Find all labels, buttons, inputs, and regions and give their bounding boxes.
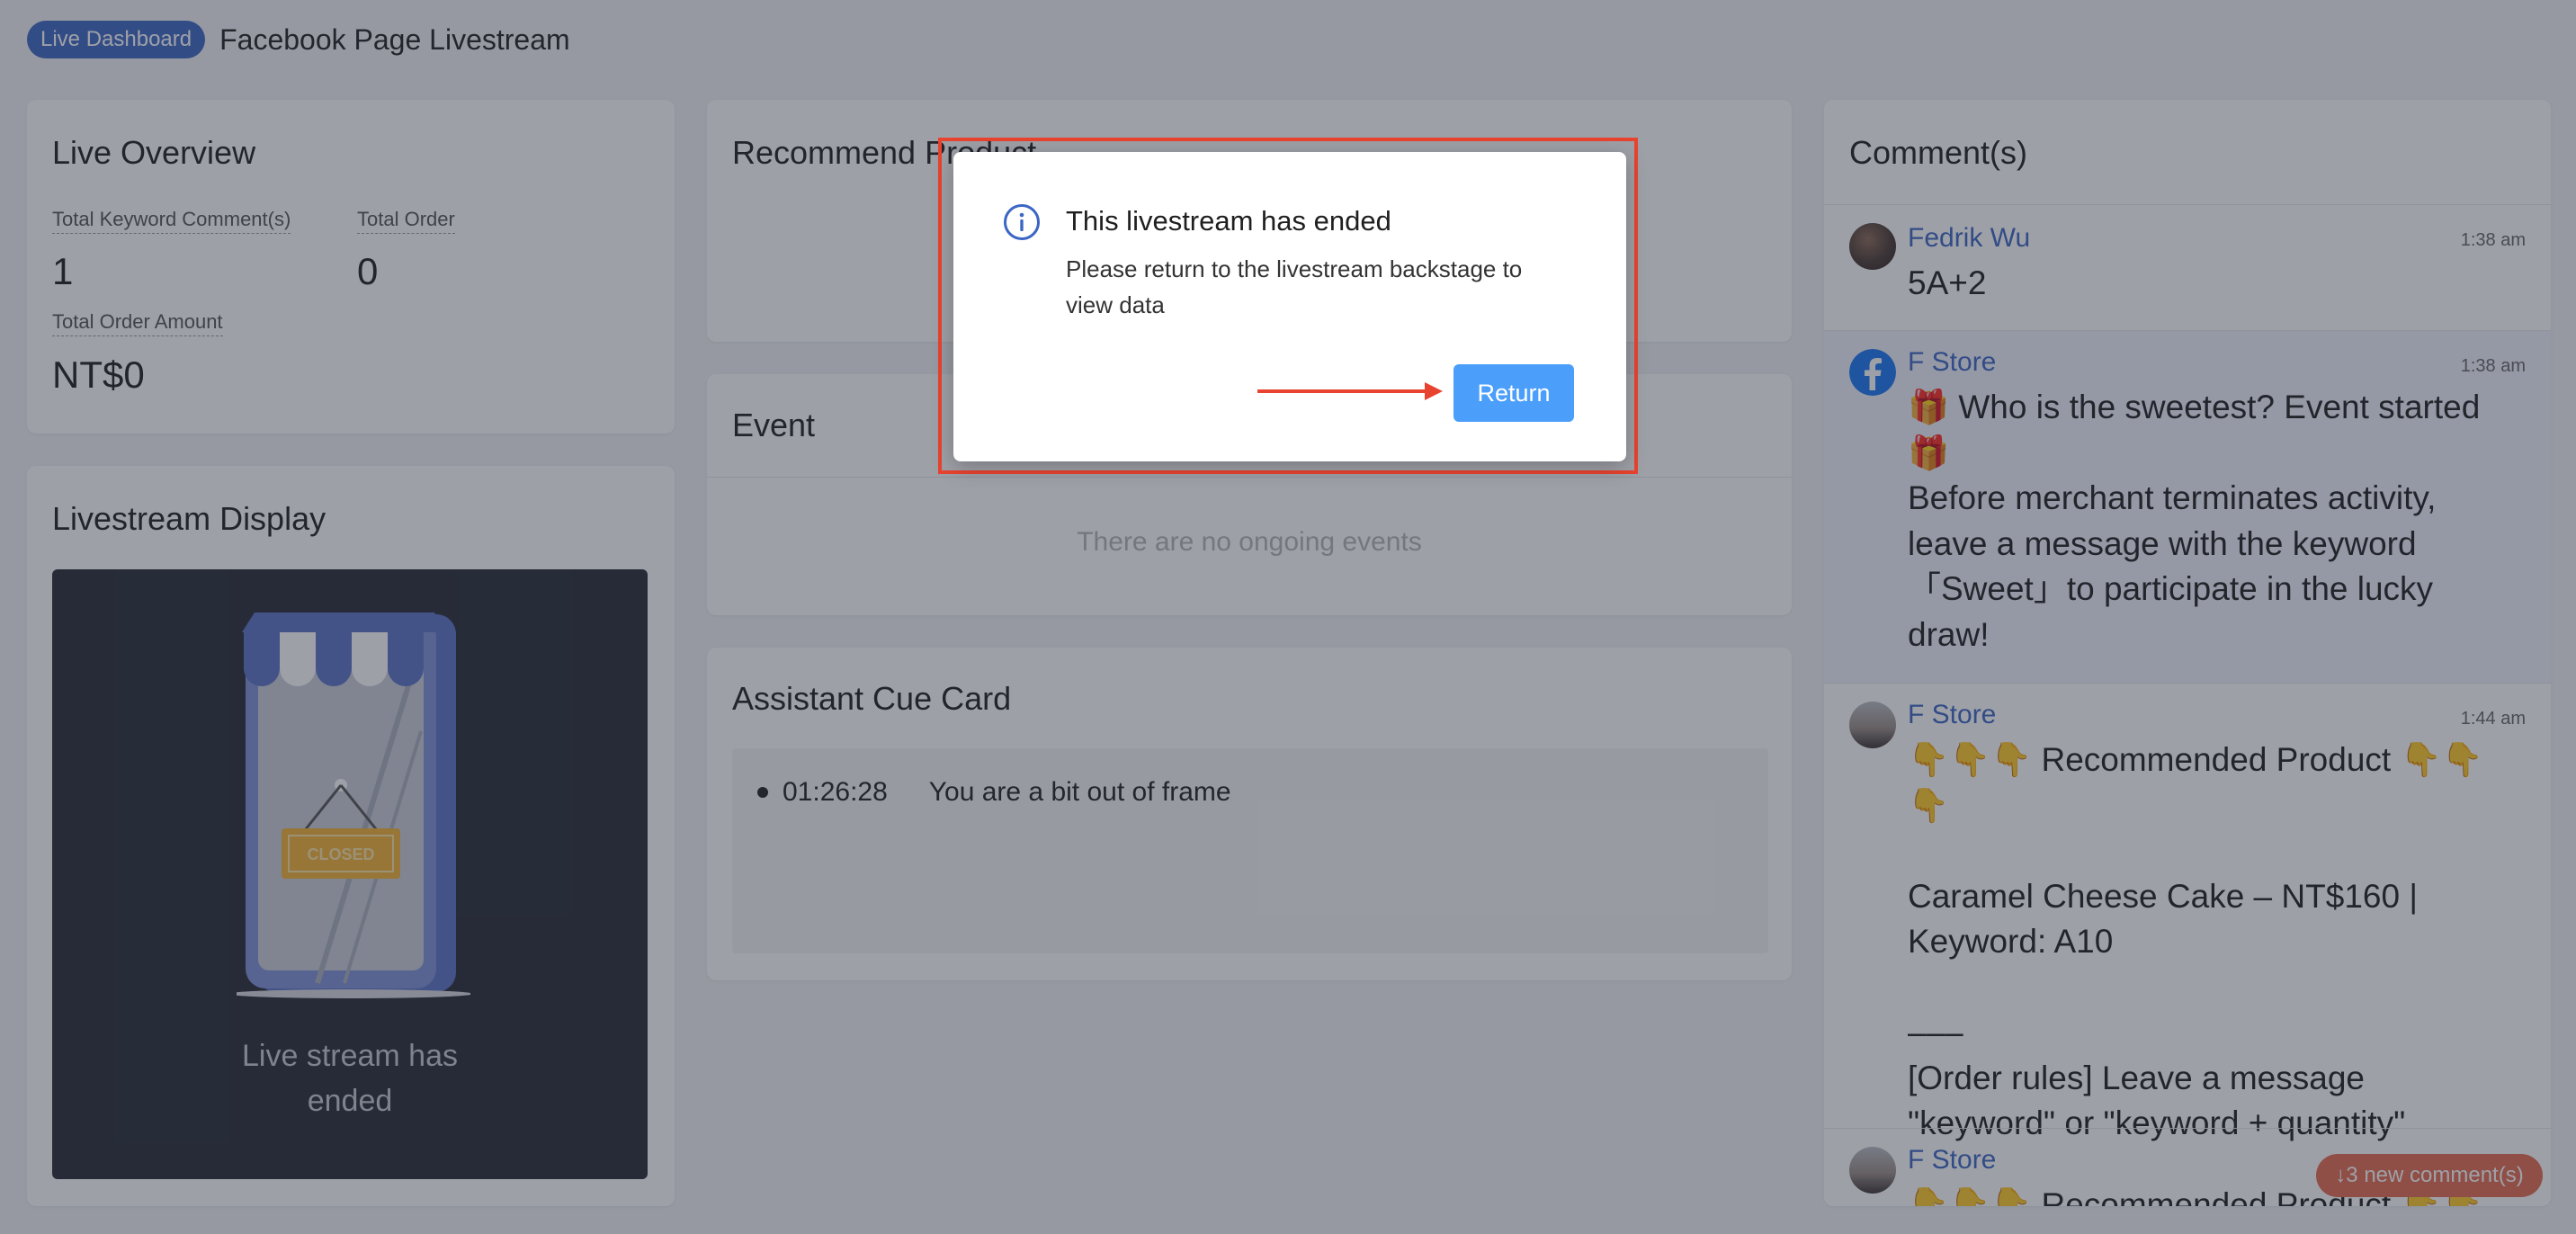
return-button[interactable]: Return [1453, 364, 1574, 422]
annotation-arrow-icon [1257, 382, 1443, 400]
info-icon [1004, 204, 1040, 240]
livestream-ended-dialog: This livestream has ended Please return … [953, 152, 1626, 461]
dialog-title: This livestream has ended [1066, 205, 1391, 237]
dialog-message: Please return to the livestream backstag… [1066, 255, 1523, 318]
